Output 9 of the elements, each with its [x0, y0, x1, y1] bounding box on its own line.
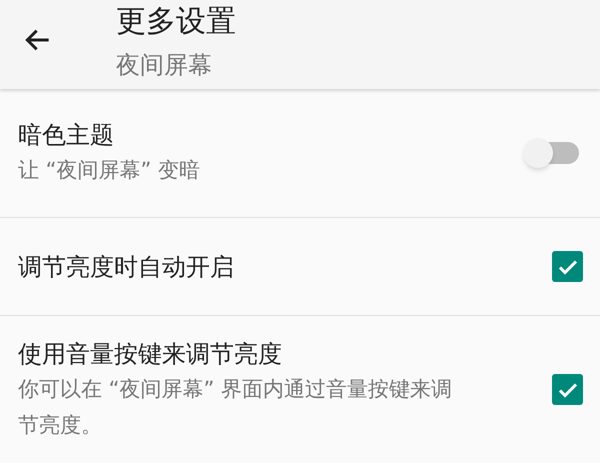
- checkbox[interactable]: [552, 251, 583, 282]
- page-subtitle: 夜间屏幕: [116, 50, 213, 81]
- setting-title: 使用音量按键来调节亮度: [18, 338, 283, 370]
- setting-title: 调节亮度时自动开启: [18, 252, 235, 282]
- setting-summary: 你可以在 “夜间屏幕” 界面内通过音量按键来调节亮度。: [18, 376, 454, 438]
- setting-title: 暗色主题: [18, 120, 115, 151]
- setting-summary: 让 “夜间屏幕” 变暗: [18, 157, 202, 184]
- checkbox[interactable]: [552, 374, 583, 405]
- page-title: 更多设置: [116, 3, 236, 41]
